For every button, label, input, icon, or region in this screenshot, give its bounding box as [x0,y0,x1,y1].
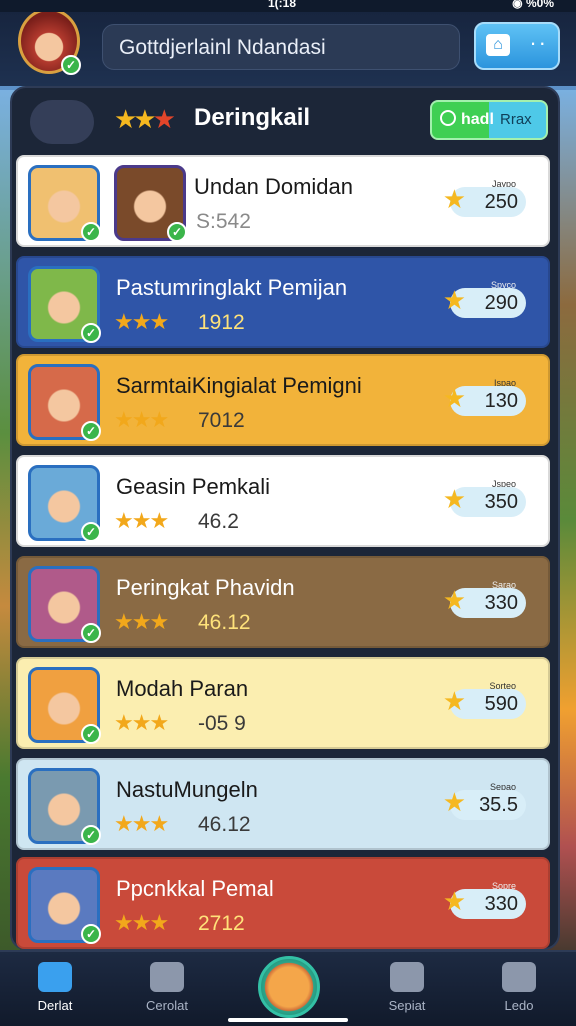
rating-stars-icon: ★★★ [114,710,169,735]
check-circle-icon [440,110,456,126]
player-score: 1912 [198,311,245,334]
verified-check-icon: ✓ [81,825,101,845]
leaderboard-row[interactable]: ✓ Ppcnkkal Pemal ★★★ 2712 Sopre 330 ★ [16,857,550,949]
status-bar: 1(:18 ◉ %0% [0,0,576,12]
home-icon [38,962,72,992]
player-avatar[interactable]: ✓ [28,566,101,643]
status-battery: ◉ %0% [512,0,554,10]
player-name: Geasin Pemkali [116,474,271,499]
chat-icon [150,962,184,992]
title-box: Gottdjerlainl Ndandasi [102,24,460,70]
nav-label: Derlat [37,998,73,1013]
leaderboard-row[interactable]: ✓ SarmtaiKingialat Pemigni ★★★ 7012 Ispao 130… [16,354,550,446]
leaderboard-row[interactable]: ✓ NastuMungeln ★★★ 46.12 Sepao 35.5 ★ [16,758,550,850]
top-bar: ✓ Gottdjerlainl Ndandasi ⌂ ·· [0,0,576,86]
star-icon: ★ [442,184,466,214]
nav-label: Cerolat [146,998,188,1013]
verified-check-icon: ✓ [81,222,101,242]
player-avatar[interactable]: ✓ [28,867,101,944]
leaderboard-row[interactable]: ✓ Geasin Pemkali ★★★ 46.2 Jspeo 350 ★ [16,455,550,547]
toggle-left-label: hadl [461,111,494,128]
player-avatar[interactable]: ✓ [28,266,101,343]
player-score: -05 9 [198,712,246,735]
app-title: Gottdjerlainl Ndandasi [119,36,326,59]
home-indicator [228,1018,348,1022]
profile-icon [502,962,536,992]
star-icon: ★ [442,886,466,916]
player-score: 7012 [198,409,245,432]
nav-label: Ledo [504,998,534,1013]
verified-check-icon: ✓ [81,623,101,643]
nav-item-cerolat[interactable]: Cerolat [122,958,212,1022]
nav-item-derlat[interactable]: Derlat [10,958,100,1022]
verified-check-icon: ✓ [81,724,101,744]
header-stars-icon: ★★★ [114,104,176,134]
verified-check-icon: ✓ [167,222,187,242]
leaderboard-row[interactable]: ✓ Pastumringlakt Pemijan ★★★ 1912 Spyco 290 ★ [16,256,550,348]
verified-check-icon: ✓ [81,421,101,441]
verified-check-icon: ✓ [81,522,101,542]
player-avatar[interactable]: ✓ [28,768,101,845]
leaderboard-title: Deringkail [194,104,311,131]
player-score: 46.12 [198,611,251,634]
leaderboard-row[interactable]: ✓ ✓ Undan Domidan S:542 Jaypo 250 ★ [16,155,550,247]
player-name: NastuMungeln [116,777,258,802]
verified-check-icon: ✓ [81,924,101,944]
player-avatar[interactable]: ✓ [28,667,101,744]
player-score: 2712 [198,912,245,935]
elephant-icon [30,100,94,144]
player-avatar-secondary[interactable]: ✓ [114,165,187,242]
star-icon: ★ [442,285,466,315]
home-menu-button[interactable]: ⌂ ·· [474,22,560,70]
status-time: 1(:18 [268,0,297,10]
rating-stars-icon: ★★★ [114,508,169,533]
rating-stars-icon: ★★★ [114,407,169,432]
player-avatar[interactable]: ✓ [28,364,101,441]
toggle-left-option[interactable]: hadl [440,110,494,129]
nav-item-ledo[interactable]: Ledo [474,958,564,1022]
center-mascot-button[interactable] [258,956,320,1018]
player-name: SarmtaiKingialat Pemigni [116,373,362,398]
player-name: Pastumringlakt Pemijan [116,275,348,300]
rating-stars-icon: ★★★ [114,811,169,836]
rating-stars-icon: ★★★ [114,910,169,935]
player-name: Ppcnkkal Pemal [116,876,274,901]
rating-stars-icon: ★★★ [114,609,169,634]
leaderboard-row[interactable]: ✓ Modah Paran ★★★ -05 9 Sorteo 590 ★ [16,657,550,749]
player-avatar[interactable]: ✓ [28,165,101,242]
home-icon: ⌂ [486,34,510,56]
player-name: Undan Domidan [194,174,353,199]
star-icon: ★ [442,585,466,615]
player-name: Modah Paran [116,676,249,701]
star-icon: ★ [442,484,466,514]
nav-item-sepiat[interactable]: Sepiat [362,958,452,1022]
star-icon: ★ [442,383,466,413]
player-score: S:542 [196,210,251,233]
toggle-right-option[interactable]: Rrax [500,111,532,128]
player-name: Peringkat Phavidn [116,575,295,600]
leaderboard-row[interactable]: ✓ Peringkat Phavidn ★★★ 46.12 Sarao 330 ★ [16,556,550,648]
rating-stars-icon: ★★★ [114,309,169,334]
filter-toggle[interactable]: hadl Rrax [430,100,548,140]
verified-check-icon: ✓ [81,323,101,343]
profile-avatar[interactable]: ✓ [18,8,81,75]
player-score: 46.12 [198,813,251,836]
notes-icon [390,962,424,992]
star-icon: ★ [442,686,466,716]
nav-label: Sepiat [388,998,426,1013]
leaderboard-header: ★★★ Deringkail hadl Rrax [10,92,560,148]
player-score: 46.2 [198,510,239,533]
verified-check-icon: ✓ [61,55,81,75]
player-avatar[interactable]: ✓ [28,465,101,542]
more-icon: ·· [529,30,548,55]
star-icon: ★ [442,787,466,817]
